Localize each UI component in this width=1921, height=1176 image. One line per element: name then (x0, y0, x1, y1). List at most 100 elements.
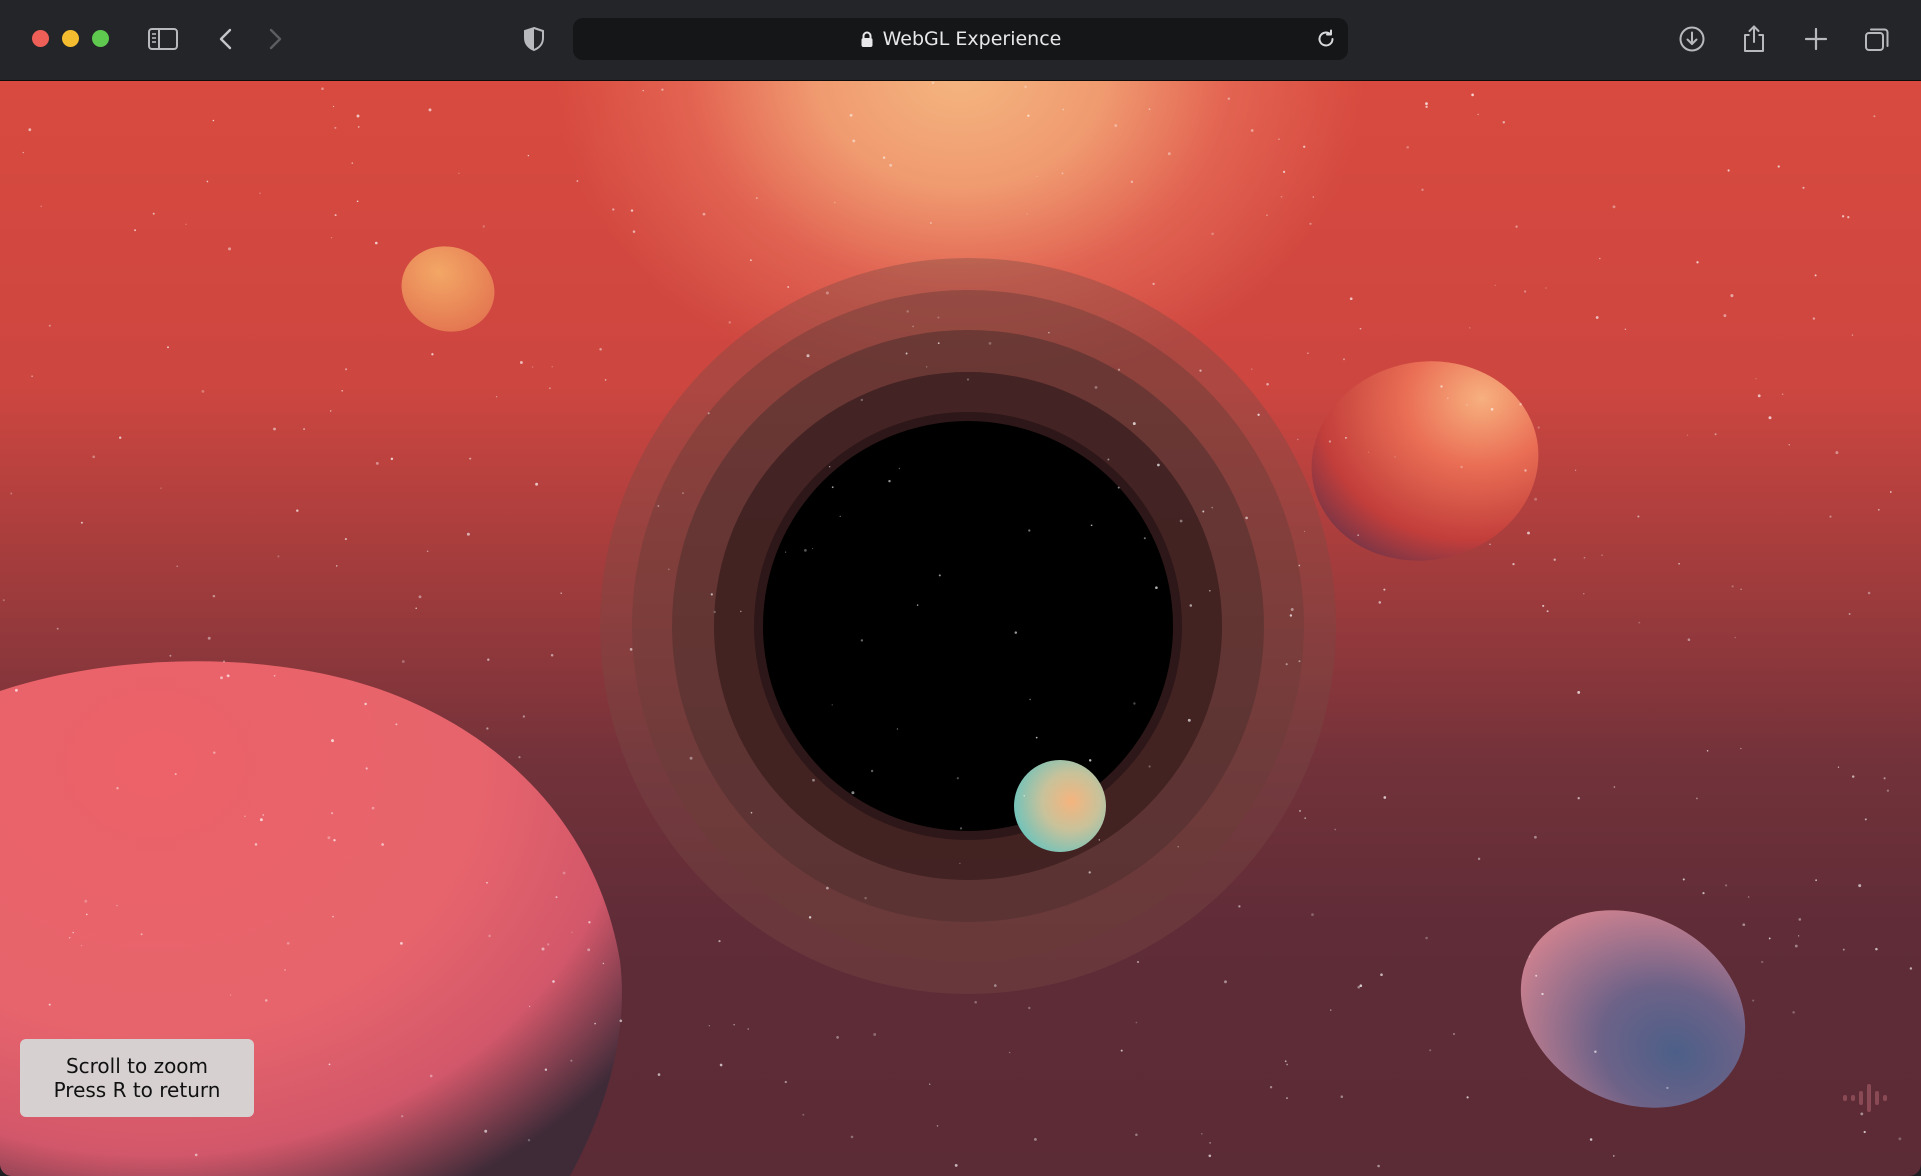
star (548, 387, 551, 390)
star (286, 941, 290, 945)
star (1545, 287, 1547, 289)
star (364, 702, 367, 706)
star (1202, 510, 1205, 513)
maximize-window-button[interactable] (92, 30, 109, 47)
minimize-window-button[interactable] (62, 30, 79, 47)
sidebar-toggle-button[interactable] (146, 22, 180, 56)
star (273, 674, 276, 677)
download-icon (1679, 26, 1705, 52)
star (804, 549, 807, 552)
star (10, 492, 13, 495)
star (1723, 314, 1727, 318)
page-title: WebGL Experience (882, 28, 1062, 50)
star (80, 944, 83, 947)
star (576, 180, 579, 182)
star (905, 352, 908, 355)
star (916, 604, 919, 606)
star (1209, 1142, 1211, 1144)
chevron-left-icon (219, 28, 232, 50)
star (92, 455, 96, 459)
star (657, 505, 660, 507)
star (1471, 93, 1474, 97)
star (1421, 188, 1424, 191)
star (1612, 1155, 1615, 1157)
audio-wave-icon[interactable] (1841, 1083, 1891, 1113)
star (1312, 196, 1315, 198)
star (1008, 1051, 1011, 1054)
star (718, 940, 721, 943)
reload-button[interactable] (1314, 27, 1338, 51)
star (1250, 129, 1254, 132)
star (116, 786, 119, 790)
star (1537, 426, 1540, 429)
star (1542, 604, 1545, 607)
star (929, 222, 932, 224)
star (926, 366, 928, 368)
star (1848, 613, 1851, 615)
lock-icon (860, 31, 874, 48)
address-bar[interactable]: WebGL Experience (573, 18, 1348, 60)
star (1797, 935, 1800, 937)
forward-button[interactable] (258, 22, 292, 56)
star (1682, 878, 1685, 881)
address-field[interactable]: WebGL Experience (573, 18, 1348, 60)
star (1742, 923, 1746, 927)
star (1460, 465, 1463, 469)
star (206, 180, 209, 183)
star (328, 1063, 331, 1066)
shield-icon (524, 26, 544, 52)
star (1731, 585, 1734, 588)
star (1334, 828, 1337, 831)
star (330, 236, 333, 239)
star (931, 81, 935, 85)
star (14, 688, 18, 692)
star (48, 1003, 51, 1006)
star (1851, 334, 1854, 336)
star (1425, 936, 1428, 940)
star (1613, 786, 1616, 788)
star (1788, 444, 1790, 446)
star (1706, 750, 1709, 752)
star (345, 368, 348, 371)
star (284, 969, 286, 971)
star (1120, 1049, 1123, 1052)
star (1577, 797, 1580, 800)
star (1245, 516, 1248, 520)
star (482, 225, 485, 228)
new-tab-button[interactable] (1799, 22, 1833, 56)
privacy-report-button[interactable] (517, 22, 551, 56)
star (1909, 967, 1913, 970)
star (1528, 955, 1531, 958)
star (331, 812, 334, 815)
star (1477, 857, 1481, 861)
share-button[interactable] (1737, 22, 1771, 56)
star (1034, 1138, 1037, 1141)
star (702, 212, 706, 216)
downloads-button[interactable] (1675, 22, 1709, 56)
star (1842, 948, 1845, 951)
close-window-button[interactable] (32, 30, 49, 47)
star (1257, 413, 1260, 416)
star (207, 636, 211, 640)
star (1148, 108, 1151, 111)
star (906, 310, 909, 313)
star (541, 947, 545, 951)
star (1280, 195, 1283, 198)
star (1898, 1137, 1902, 1141)
star (852, 139, 856, 143)
star (1864, 818, 1867, 821)
star (262, 814, 264, 816)
star (831, 486, 834, 489)
star (1702, 892, 1705, 895)
webgl-canvas[interactable]: Scroll to zoom Press R to return (0, 81, 1921, 1176)
star (1349, 297, 1353, 301)
tab-overview-button[interactable] (1860, 22, 1894, 56)
back-button[interactable] (209, 22, 243, 56)
star (552, 980, 555, 983)
star (896, 728, 899, 730)
star (334, 126, 337, 129)
star (486, 727, 489, 730)
star (1286, 1063, 1288, 1066)
star (710, 593, 713, 596)
star (1687, 638, 1691, 641)
